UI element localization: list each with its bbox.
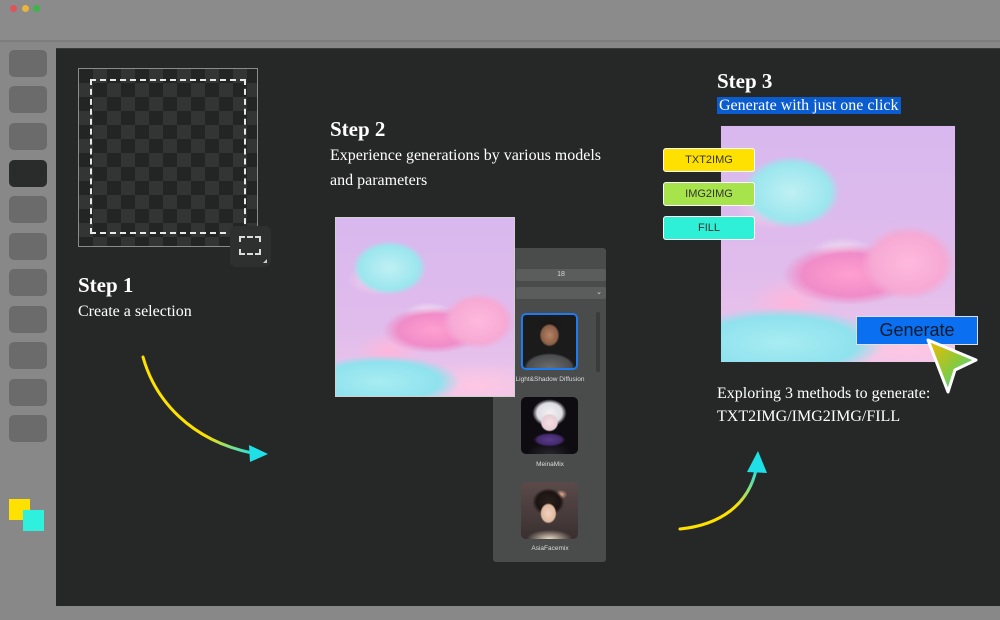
arrow-step1-to-step2 bbox=[141, 355, 268, 462]
decorations-layer bbox=[141, 338, 978, 531]
arrow-step2-to-step3 bbox=[678, 451, 767, 531]
cursor-pointer-icon bbox=[926, 338, 978, 394]
